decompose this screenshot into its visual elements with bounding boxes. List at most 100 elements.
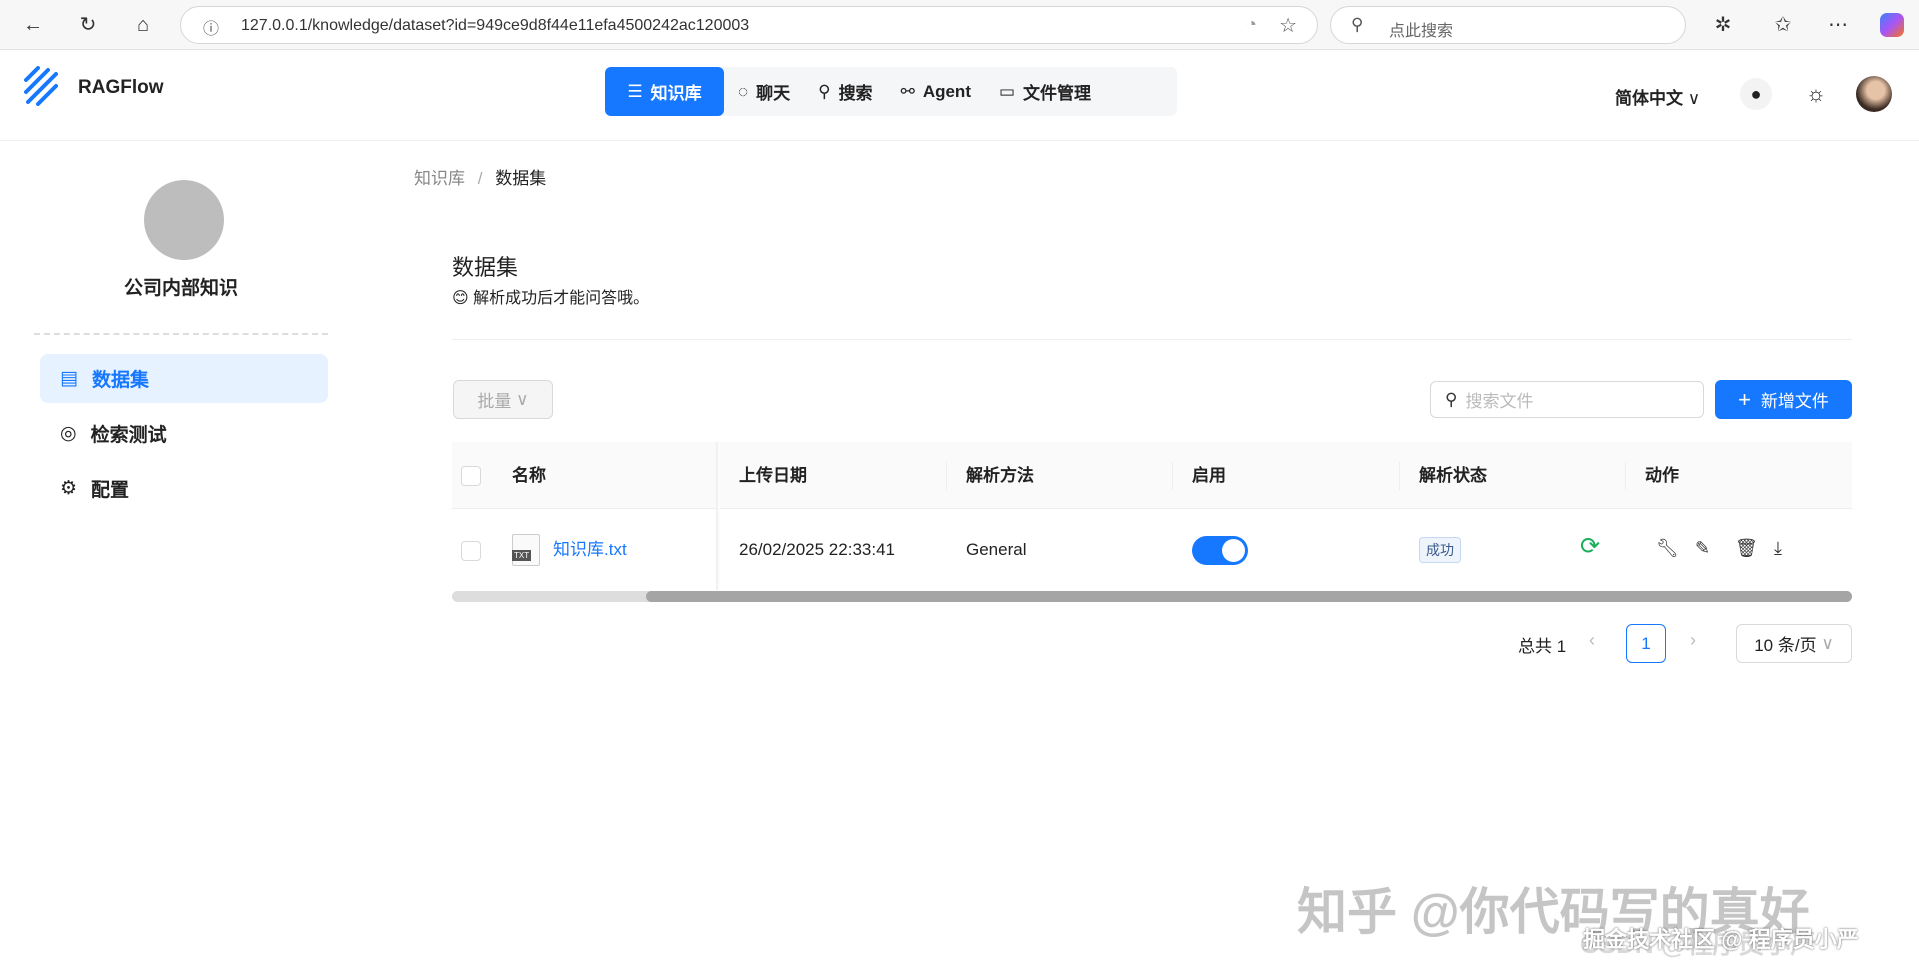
nav-agent[interactable]: ⚯ Agent bbox=[887, 67, 985, 116]
nav-label: 知识库 bbox=[650, 84, 702, 103]
batch-button[interactable]: 批量 ∨ bbox=[453, 380, 553, 419]
download-icon[interactable]: ⤓ bbox=[1774, 538, 1782, 559]
select-all-checkbox[interactable] bbox=[461, 466, 481, 486]
fixed-column-shadow bbox=[716, 442, 720, 590]
plus-icon: + bbox=[1738, 386, 1751, 412]
column-upload-date[interactable]: 上传日期 bbox=[739, 442, 807, 509]
scrollbar-thumb[interactable] bbox=[646, 591, 1852, 602]
nav-label: Agent bbox=[922, 81, 971, 101]
wrench-icon[interactable]: 🔧︎ bbox=[1656, 538, 1679, 559]
nav-chat[interactable]: ◌ 聊天 bbox=[724, 67, 804, 116]
batch-label: 批量 bbox=[477, 392, 512, 411]
nav-label: 聊天 bbox=[756, 84, 791, 103]
theme-sun-icon[interactable]: ☼ bbox=[1800, 78, 1832, 110]
search-placeholder: 搜索文件 bbox=[1465, 392, 1534, 411]
search-icon: ⚲ bbox=[818, 81, 831, 101]
nav-knowledge[interactable]: ☰ 知识库 bbox=[605, 67, 724, 116]
edit-icon[interactable]: ✎ bbox=[1695, 538, 1710, 559]
add-file-label: 新增文件 bbox=[1760, 392, 1829, 411]
ragflow-logo-icon bbox=[24, 66, 58, 106]
favorite-star-icon[interactable]: ☆ bbox=[1279, 13, 1297, 38]
page-title: 数据集 bbox=[452, 255, 519, 280]
column-parse-method[interactable]: 解析方法 bbox=[966, 442, 1034, 509]
breadcrumb-knowledge[interactable]: 知识库 bbox=[414, 169, 465, 188]
trash-icon[interactable]: 🗑︎ bbox=[1735, 538, 1758, 559]
column-separator bbox=[1625, 462, 1626, 490]
file-name-link[interactable]: 知识库.txt bbox=[553, 510, 627, 590]
search-icon: ⚲ bbox=[1445, 389, 1458, 409]
status-badge: 成功 bbox=[1419, 537, 1461, 563]
txt-file-icon: TXT bbox=[512, 534, 540, 566]
sidebar-item-config[interactable]: ⚙ 配置 bbox=[40, 464, 328, 513]
column-parse-status[interactable]: 解析状态 bbox=[1419, 442, 1487, 509]
browser-toolbar: ← ↻ ⌂ ⓘ 127.0.0.1/knowledge/dataset?id=9… bbox=[0, 0, 1919, 50]
back-icon[interactable]: ← bbox=[20, 12, 46, 38]
chevron-down-icon: ∨ bbox=[1821, 633, 1834, 653]
page-size-select[interactable]: 10 条/页 ∨ bbox=[1736, 624, 1852, 663]
github-icon[interactable]: ● bbox=[1740, 78, 1772, 110]
chevron-down-icon: ∨ bbox=[516, 389, 529, 409]
user-avatar[interactable] bbox=[1856, 76, 1892, 112]
table-header bbox=[452, 442, 1852, 509]
kb-avatar bbox=[144, 180, 224, 260]
horizontal-scrollbar[interactable] bbox=[452, 591, 1852, 602]
more-icon[interactable]: ⋯ bbox=[1825, 12, 1851, 38]
sidebar-item-label: 检索测试 bbox=[90, 425, 167, 446]
divider bbox=[452, 339, 1852, 340]
column-name[interactable]: 名称 bbox=[512, 442, 546, 509]
reload-icon[interactable]: ↻ bbox=[75, 12, 101, 38]
main-nav: ☰ 知识库 ◌ 聊天 ⚲ 搜索 ⚯ Agent ▭ 文件管理 bbox=[605, 67, 1177, 116]
browser-search[interactable]: ⚲ 点此搜索 bbox=[1330, 6, 1686, 44]
url-text: 127.0.0.1/knowledge/dataset?id=949ce9d8f… bbox=[241, 17, 750, 34]
column-separator bbox=[946, 462, 947, 490]
nav-label: 文件管理 bbox=[1023, 84, 1092, 103]
search-files-input[interactable]: ⚲ 搜索文件 bbox=[1430, 381, 1704, 418]
sidebar-item-label: 配置 bbox=[91, 480, 130, 501]
nav-files[interactable]: ▭ 文件管理 bbox=[985, 67, 1105, 116]
page-1-button[interactable]: 1 bbox=[1626, 624, 1666, 663]
row-checkbox[interactable] bbox=[461, 541, 481, 561]
column-actions: 动作 bbox=[1645, 466, 1679, 485]
search-icon: ⚲ bbox=[1351, 15, 1364, 34]
reader-icon[interactable]: ◔ bbox=[1246, 14, 1257, 35]
breadcrumb-dataset: 数据集 bbox=[495, 169, 547, 188]
document-icon: ▤ bbox=[60, 368, 78, 389]
home-icon[interactable]: ⌂ bbox=[130, 12, 156, 38]
database-icon: ☰ bbox=[627, 81, 643, 101]
info-icon[interactable]: ⓘ bbox=[203, 15, 219, 39]
agent-graph-icon: ⚯ bbox=[900, 81, 915, 101]
favorites-icon[interactable]: ✩ bbox=[1770, 12, 1796, 38]
browser-search-placeholder: 点此搜索 bbox=[1389, 23, 1454, 40]
sidebar-item-label: 数据集 bbox=[91, 370, 149, 391]
chevron-down-icon: ∨ bbox=[1687, 89, 1701, 108]
nav-label: 搜索 bbox=[838, 84, 873, 103]
column-enabled[interactable]: 启用 bbox=[1192, 442, 1226, 509]
next-page-icon[interactable]: › bbox=[1690, 630, 1696, 651]
subtitle-text: 解析成功后才能问答哦。 bbox=[473, 290, 650, 307]
enable-toggle[interactable] bbox=[1192, 536, 1248, 565]
upload-date: 26/02/2025 22:33:41 bbox=[739, 540, 895, 559]
parse-method[interactable]: General bbox=[966, 510, 1026, 590]
language-select[interactable]: 简体中文 ∨ bbox=[1615, 84, 1700, 109]
sidebar-item-dataset[interactable]: ▤ 数据集 bbox=[40, 354, 328, 403]
address-bar[interactable]: ⓘ 127.0.0.1/knowledge/dataset?id=949ce9d… bbox=[180, 6, 1318, 44]
page-subtitle: 😊 解析成功后才能问答哦。 bbox=[452, 284, 649, 308]
kb-name: 公司内部知识 bbox=[123, 278, 238, 299]
add-file-button[interactable]: + 新增文件 bbox=[1715, 380, 1852, 419]
column-separator bbox=[1172, 462, 1173, 490]
copilot-icon[interactable] bbox=[1880, 13, 1904, 37]
reparse-refresh-icon[interactable]: ⟳ bbox=[1580, 532, 1600, 561]
file-type-label: TXT bbox=[512, 550, 532, 561]
chat-icon: ◌ bbox=[738, 81, 749, 101]
prev-page-icon[interactable]: ‹ bbox=[1589, 630, 1595, 651]
folder-icon: ▭ bbox=[998, 81, 1016, 101]
smile-icon: 😊 bbox=[452, 290, 469, 307]
sidebar-divider bbox=[34, 333, 328, 335]
nav-search[interactable]: ⚲ 搜索 bbox=[804, 67, 886, 116]
sidebar-item-retrieval-test[interactable]: ◎ 检索测试 bbox=[40, 409, 328, 458]
watermark-juejin: 掘金技术社区 @ 程序员小严 bbox=[1583, 927, 1859, 952]
breadcrumb: 知识库 / 数据集 bbox=[414, 169, 547, 188]
language-label: 简体中文 bbox=[1615, 89, 1683, 108]
gear-icon: ⚙ bbox=[60, 478, 78, 499]
extensions-icon[interactable]: ✲ bbox=[1710, 12, 1736, 38]
